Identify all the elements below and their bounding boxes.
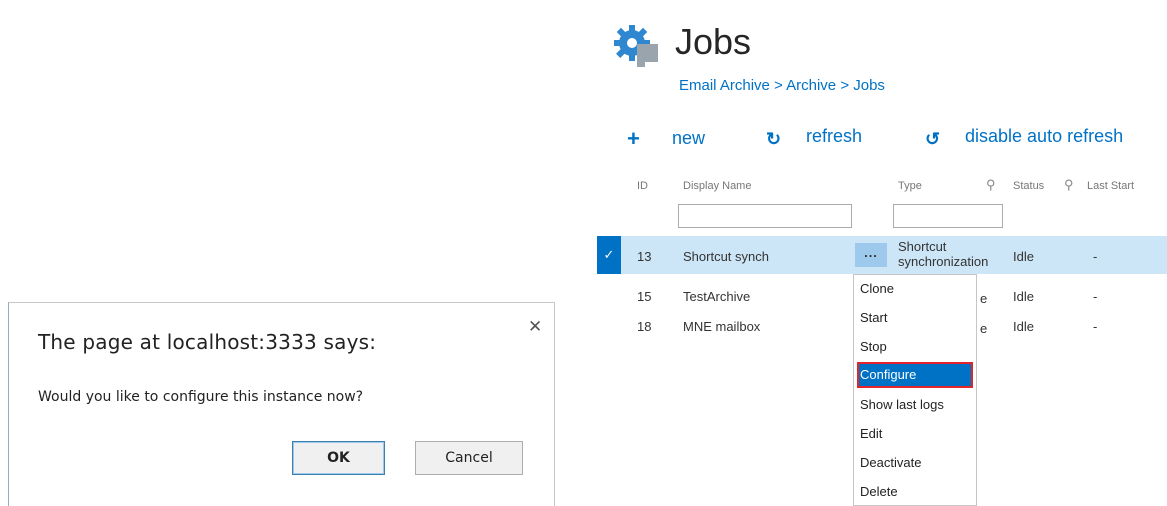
filter-icon[interactable]: ⚲: [1064, 177, 1074, 193]
column-header-id[interactable]: ID: [637, 180, 648, 192]
row-type: e: [980, 321, 988, 336]
row-status: Idle: [1013, 249, 1034, 264]
refresh-icon[interactable]: ↻: [766, 129, 781, 150]
disable-auto-refresh-button[interactable]: disable auto refresh: [965, 126, 1123, 147]
row-status: Idle: [1013, 289, 1034, 304]
page-title: Jobs: [675, 21, 752, 62]
row-type: e: [980, 291, 988, 306]
ok-button[interactable]: OK: [292, 441, 385, 475]
row-display-name[interactable]: Shortcut synch: [683, 249, 769, 264]
cancel-button[interactable]: Cancel: [415, 441, 523, 475]
row-id: 15: [637, 289, 652, 304]
auto-refresh-icon[interactable]: ↺: [925, 129, 940, 150]
column-header-type[interactable]: Type: [898, 180, 922, 192]
row-status: Idle: [1013, 319, 1034, 334]
row-menu-button[interactable]: ...: [855, 243, 887, 267]
column-header-display-name[interactable]: Display Name: [683, 180, 751, 192]
row-context-menu: Clone Start Stop Configure Show last log…: [853, 274, 977, 506]
breadcrumb[interactable]: Email Archive > Archive > Jobs: [679, 77, 885, 94]
plus-icon[interactable]: +: [627, 126, 640, 152]
menu-item-delete[interactable]: Delete: [860, 484, 898, 499]
row-id: 18: [637, 319, 652, 334]
new-button[interactable]: new: [672, 128, 705, 149]
menu-item-deactivate[interactable]: Deactivate: [860, 455, 921, 470]
row-id: 13: [637, 249, 652, 264]
row-last-start: -: [1093, 289, 1098, 304]
type-filter-input[interactable]: [893, 204, 1003, 228]
column-header-status[interactable]: Status: [1013, 180, 1044, 192]
menu-item-configure-label: Configure: [860, 367, 917, 382]
gear-icon: [614, 25, 658, 67]
dialog-message: Would you like to configure this instanc…: [38, 389, 364, 405]
row-type: Shortcut synchronization: [898, 239, 989, 269]
refresh-button[interactable]: refresh: [806, 126, 862, 147]
column-header-last-start[interactable]: Last Start: [1087, 180, 1134, 192]
row-last-start: -: [1093, 249, 1098, 264]
menu-item-edit[interactable]: Edit: [860, 426, 882, 441]
close-icon[interactable]: ✕: [528, 317, 542, 337]
dialog-title: The page at localhost:3333 says:: [38, 330, 377, 354]
menu-item-start[interactable]: Start: [860, 310, 887, 325]
display-name-filter-input[interactable]: [678, 204, 852, 228]
row-last-start: -: [1093, 319, 1098, 334]
confirm-dialog: The page at localhost:3333 says: ✕ Would…: [8, 302, 555, 506]
menu-item-configure[interactable]: Configure: [857, 362, 973, 388]
row-display-name[interactable]: TestArchive: [683, 289, 750, 304]
filter-icon[interactable]: ⚲: [986, 177, 996, 193]
checkmark-icon[interactable]: ✓: [597, 236, 621, 274]
menu-item-clone[interactable]: Clone: [860, 281, 894, 296]
row-display-name[interactable]: MNE mailbox: [683, 319, 760, 334]
menu-item-stop[interactable]: Stop: [860, 339, 887, 354]
menu-item-show-last-logs[interactable]: Show last logs: [860, 397, 944, 412]
